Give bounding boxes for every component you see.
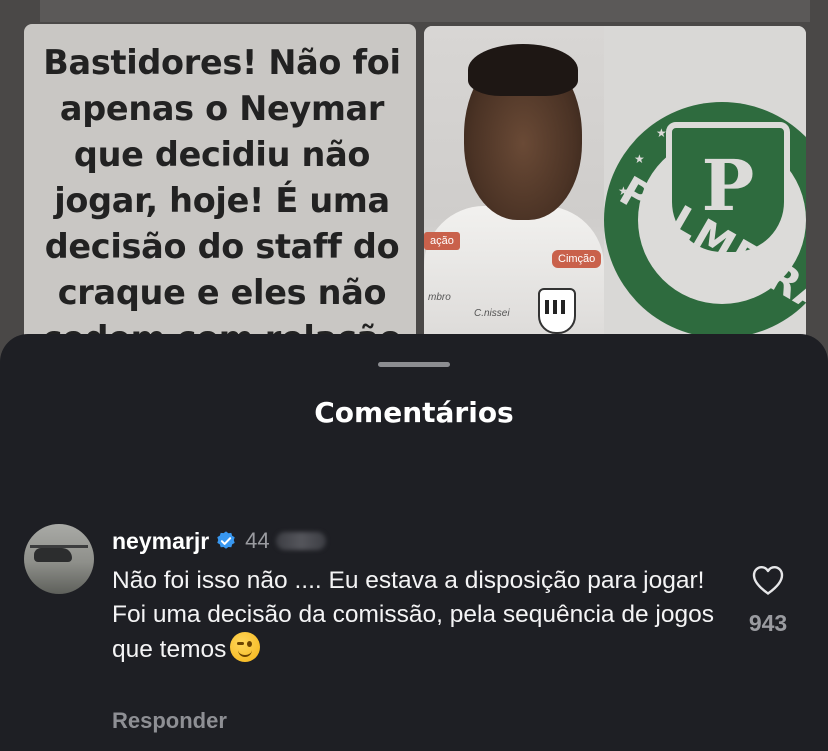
post-top-strip	[40, 0, 810, 22]
player-shirt	[424, 206, 604, 344]
post-text-card: Bastidores! Não foi apenas o Neymar que …	[24, 24, 416, 344]
username-link[interactable]: neymarjr	[112, 528, 209, 555]
post-background: Bastidores! Não foi apenas o Neymar que …	[0, 0, 828, 360]
shirt-sponsor-left: ação	[424, 232, 460, 250]
winking-face-emoji-icon	[230, 632, 261, 662]
player-photo: ação Cimção mbro C.nissei	[424, 26, 604, 344]
like-count: 943	[748, 610, 788, 636]
blurred-text	[275, 532, 326, 550]
crest-star-icon: ★	[656, 126, 667, 140]
comment-timestamp: 44	[245, 528, 270, 553]
sheet-title: Comentários	[314, 396, 514, 429]
reply-button[interactable]: Responder	[112, 708, 227, 734]
palmeiras-crest-panel: P PALMEIRAS ★ ★ ★	[604, 26, 806, 344]
sheet-drag-handle[interactable]	[378, 362, 450, 367]
avatar[interactable]	[24, 524, 94, 594]
player-hair	[468, 44, 578, 96]
heart-icon[interactable]	[751, 564, 785, 596]
comments-sheet: Comentários neymarjr 44 Não foi isso não…	[0, 334, 828, 751]
santos-crest-icon	[538, 288, 576, 334]
like-group: 943	[736, 564, 800, 637]
comment-body: Não foi isso não .... Eu estava a dispos…	[112, 567, 714, 663]
shirt-partner: C.nissei	[474, 308, 510, 319]
comment-header: neymarjr 44	[112, 526, 326, 556]
post-text: Bastidores! Não foi apenas o Neymar que …	[42, 43, 402, 344]
shirt-sponsor-right: Cimção	[552, 250, 602, 268]
post-image-card: ação Cimção mbro C.nissei P PALMEIRAS ★ …	[424, 26, 806, 344]
comment-text: Não foi isso não .... Eu estava a dispos…	[112, 564, 722, 667]
crest-star-icon: ★	[634, 152, 645, 166]
comment-item: neymarjr 44 Não foi isso não .... Eu est…	[24, 522, 804, 742]
shirt-brand: mbro	[428, 292, 451, 303]
crest-star-icon: ★	[618, 184, 629, 198]
verified-badge-icon	[217, 531, 235, 549]
